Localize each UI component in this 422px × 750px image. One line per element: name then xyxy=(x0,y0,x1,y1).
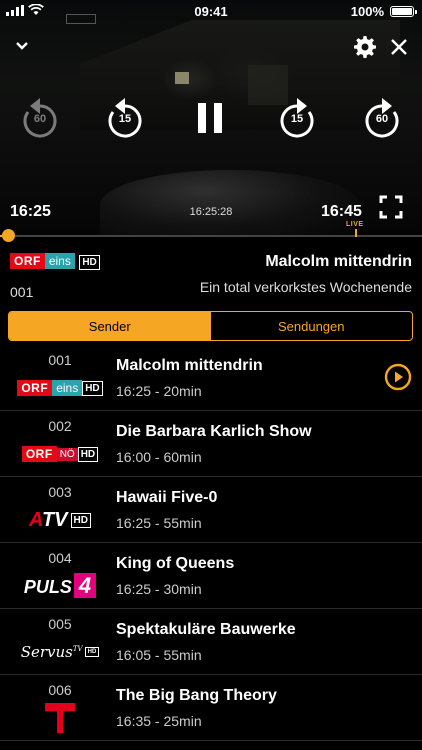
channel-logo-servus-tv: ServusTV HD xyxy=(8,639,112,665)
now-playing-episode: Ein total verkorkstes Wochenende xyxy=(199,279,412,295)
live-position-marker xyxy=(355,229,357,237)
program-time: 16:25 - 20min xyxy=(116,383,202,399)
channel-logo-orf-eins: ORF eins HD xyxy=(10,252,100,270)
channel-row[interactable]: 005 ServusTV HD Spektakuläre Bauwerke 16… xyxy=(0,609,422,675)
now-playing-title: Malcolm mittendrin xyxy=(265,253,412,270)
channel-number: 002 xyxy=(48,418,72,434)
channel-number: 003 xyxy=(48,484,72,500)
program-title: Die Barbara Karlich Show xyxy=(116,423,312,440)
channel-number: 004 xyxy=(48,550,72,566)
channel-row[interactable]: 001 ORF eins HD Malcolm mittendrin 16:25 … xyxy=(0,345,422,411)
channel-row[interactable]: 004 PULS 4 King of Queens 16:25 - 30min xyxy=(0,543,422,609)
program-time: 16:05 - 55min xyxy=(116,647,202,663)
fullscreen-icon[interactable] xyxy=(378,194,404,220)
channel-logo-orf-eins: ORF eins HD xyxy=(8,375,112,401)
program-title: King of Queens xyxy=(116,555,235,572)
forward-60-button[interactable]: 60 xyxy=(360,96,404,142)
channel-row[interactable]: 006 The Big Bang Theory 16:35 - 25min xyxy=(0,675,422,741)
program-title: Spektakuläre Bauwerke xyxy=(116,621,296,638)
channel-logo-orf-noe: ORF NÖ HD xyxy=(8,441,112,467)
view-segmented-control: Sender Sendungen xyxy=(8,311,413,341)
program-time: 16:25 - 55min xyxy=(116,515,202,531)
channel-logo-puls4: PULS 4 xyxy=(8,573,112,599)
channel-number: 005 xyxy=(48,616,72,632)
battery-percent: 100% xyxy=(350,4,384,19)
channel-list: 001 ORF eins HD Malcolm mittendrin 16:25 … xyxy=(0,345,422,741)
channel-logo-atv: ATV HD xyxy=(8,507,112,533)
status-right: 100% xyxy=(350,4,417,19)
channel-logo-prosieben xyxy=(8,703,112,733)
program-title: Hawaii Five-0 xyxy=(116,489,218,506)
program-title: Malcolm mittendrin xyxy=(116,357,263,374)
forward-15-button[interactable]: 15 xyxy=(275,96,319,142)
program-time: 16:25 - 30min xyxy=(116,581,202,597)
channel-row[interactable]: 002 ORF NÖ HD Die Barbara Karlich Show 16… xyxy=(0,411,422,477)
program-title: The Big Bang Theory xyxy=(116,687,277,704)
program-time: 16:35 - 25min xyxy=(116,713,202,729)
rewind-60-label: 60 xyxy=(33,113,47,125)
channel-number: 001 xyxy=(48,352,72,368)
forward-15-label: 15 xyxy=(290,113,304,125)
status-bar: 09:41 100% xyxy=(0,0,422,22)
forward-60-label: 60 xyxy=(375,113,389,125)
gear-icon[interactable] xyxy=(352,34,378,60)
program-time: 16:00 - 60min xyxy=(116,449,202,465)
live-label[interactable]: LIVE xyxy=(346,221,364,228)
channel-number: 006 xyxy=(48,682,72,698)
program-end-time: 16:45 xyxy=(321,203,362,220)
play-circle-icon[interactable] xyxy=(384,363,412,391)
playback-progress-bar[interactable] xyxy=(0,229,422,242)
rewind-60-button[interactable]: 60 xyxy=(18,96,62,142)
now-playing-info: ORF eins HD 001 Malcolm mittendrin Ein to… xyxy=(0,246,422,306)
battery-icon xyxy=(390,6,417,17)
tab-sender[interactable]: Sender xyxy=(9,312,211,340)
pause-icon xyxy=(198,103,222,133)
channel-row[interactable]: 003 ATV HD Hawaii Five-0 16:25 - 55min xyxy=(0,477,422,543)
now-playing-channel-number: 001 xyxy=(10,284,34,300)
minimize-chevron-down-icon[interactable] xyxy=(10,36,34,56)
progress-scrubber-handle[interactable] xyxy=(2,229,15,242)
rewind-15-button[interactable]: 15 xyxy=(103,96,147,142)
close-icon[interactable] xyxy=(388,36,410,58)
rewind-15-label: 15 xyxy=(118,113,132,125)
tab-sendungen[interactable]: Sendungen xyxy=(211,312,413,340)
pause-button[interactable] xyxy=(190,98,230,138)
